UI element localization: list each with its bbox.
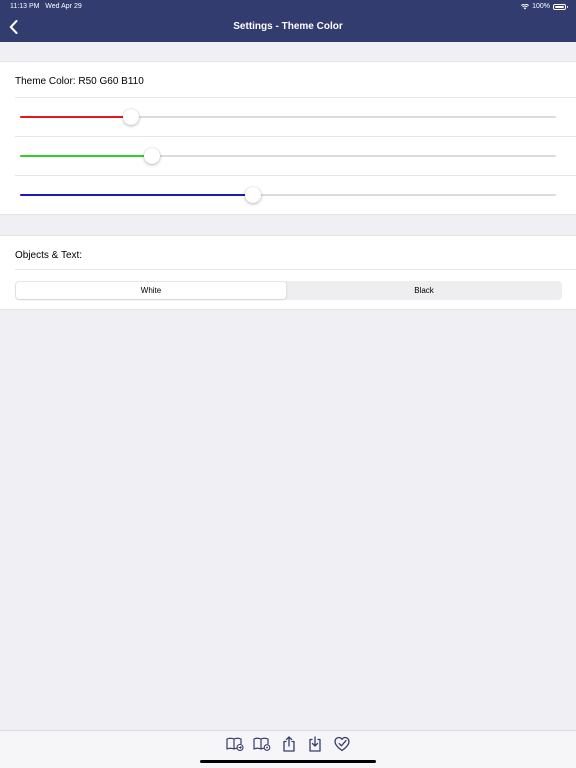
status-right: 100% bbox=[521, 3, 568, 10]
status-time: 11:13 PM Wed Apr 29 bbox=[10, 3, 82, 10]
slider-fill bbox=[20, 155, 152, 157]
heart-check-icon bbox=[334, 736, 350, 752]
slider-fill bbox=[20, 194, 254, 196]
slider-thumb[interactable] bbox=[123, 109, 140, 125]
slider-thumb[interactable] bbox=[245, 187, 262, 203]
divider bbox=[15, 175, 576, 176]
book-forward-button[interactable] bbox=[226, 736, 244, 752]
theme-color-section: Theme Color: R50 G60 B110 bbox=[0, 61, 576, 215]
battery-icon bbox=[553, 3, 568, 10]
slider-fill bbox=[20, 116, 132, 118]
slider-thumb[interactable] bbox=[143, 148, 160, 164]
settings-theme-color-screen: 11:13 PM Wed Apr 29 100% Settings - Them… bbox=[0, 0, 576, 768]
book-settings-button[interactable] bbox=[253, 736, 271, 752]
share-upload-button[interactable] bbox=[280, 736, 298, 752]
navigation-header: 11:13 PM Wed Apr 29 100% Settings - Them… bbox=[0, 0, 576, 42]
page-title: Settings - Theme Color bbox=[233, 21, 343, 32]
objects-text-label: Objects & Text: bbox=[15, 250, 83, 261]
red-slider[interactable] bbox=[20, 109, 556, 125]
book-forward-icon bbox=[226, 737, 244, 751]
segment-white[interactable]: White bbox=[16, 282, 286, 299]
objects-text-section: Objects & Text: White Black bbox=[0, 235, 576, 310]
divider bbox=[15, 97, 576, 98]
theme-color-label: Theme Color: R50 G60 B110 bbox=[15, 76, 144, 87]
download-button[interactable] bbox=[306, 736, 324, 752]
home-indicator bbox=[200, 760, 376, 763]
objects-text-segmented-control: White Black bbox=[15, 281, 562, 300]
share-upload-icon bbox=[283, 736, 295, 752]
bottom-toolbar bbox=[0, 730, 576, 768]
divider bbox=[15, 136, 576, 137]
book-settings-icon bbox=[253, 737, 271, 751]
divider bbox=[15, 269, 576, 270]
heart-check-button[interactable] bbox=[333, 736, 351, 752]
wifi-icon bbox=[521, 3, 530, 9]
green-slider[interactable] bbox=[20, 148, 556, 164]
segment-black[interactable]: Black bbox=[287, 282, 561, 299]
battery-percent: 100% bbox=[532, 3, 550, 10]
blue-slider[interactable] bbox=[20, 187, 556, 203]
download-icon bbox=[309, 736, 321, 752]
